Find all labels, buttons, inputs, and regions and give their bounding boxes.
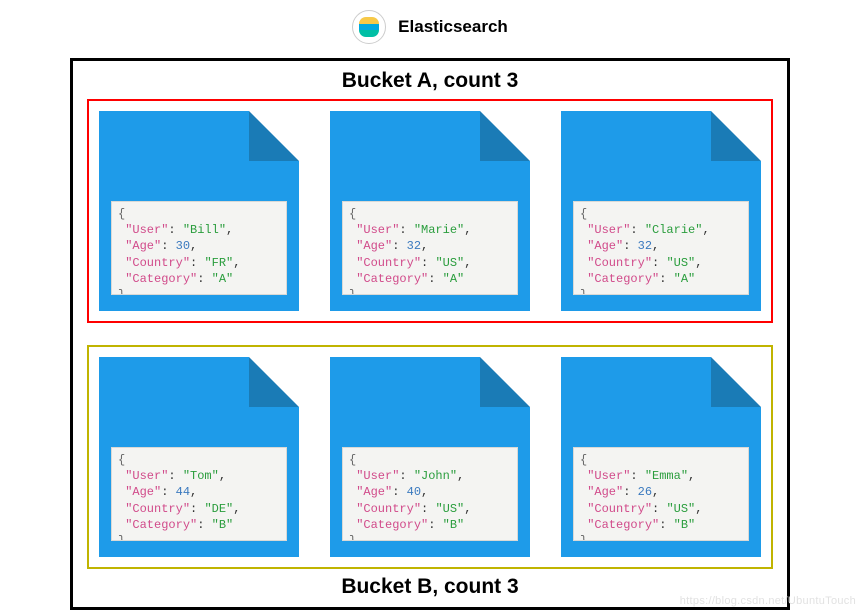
code-block: { "User": "Tom", "Age": 44, "Country": "… <box>111 447 287 541</box>
bucket-a-title: Bucket A, count 3 <box>87 69 773 93</box>
page-fold-icon <box>249 111 299 161</box>
code-block: { "User": "John", "Age": 40, "Country": … <box>342 447 518 541</box>
header: Elasticsearch <box>0 0 860 50</box>
page-fold-icon <box>480 111 530 161</box>
watermark-text: https://blog.csdn.net/UbuntuTouch <box>680 595 856 607</box>
document-card: { "User": "Clarie", "Age": 32, "Country"… <box>561 111 761 311</box>
code-block: { "User": "Emma", "Age": 26, "Country": … <box>573 447 749 541</box>
diagram-container: Bucket A, count 3 { "User": "Bill", "Age… <box>70 58 790 610</box>
brand-label: Elasticsearch <box>398 17 508 37</box>
code-block: { "User": "Bill", "Age": 30, "Country": … <box>111 201 287 295</box>
bucket-a-frame: { "User": "Bill", "Age": 30, "Country": … <box>87 99 773 323</box>
page-fold-icon <box>480 357 530 407</box>
page-fold-icon <box>249 357 299 407</box>
bucket-b-title: Bucket B, count 3 <box>87 575 773 599</box>
document-card: { "User": "Bill", "Age": 30, "Country": … <box>99 111 299 311</box>
bucket-b-frame: { "User": "Tom", "Age": 44, "Country": "… <box>87 345 773 569</box>
document-card: { "User": "Marie", "Age": 32, "Country":… <box>330 111 530 311</box>
page-fold-icon <box>711 357 761 407</box>
document-card: { "User": "Emma", "Age": 26, "Country": … <box>561 357 761 557</box>
elasticsearch-logo-icon <box>352 10 386 44</box>
code-block: { "User": "Clarie", "Age": 32, "Country"… <box>573 201 749 295</box>
code-block: { "User": "Marie", "Age": 32, "Country":… <box>342 201 518 295</box>
document-card: { "User": "Tom", "Age": 44, "Country": "… <box>99 357 299 557</box>
document-card: { "User": "John", "Age": 40, "Country": … <box>330 357 530 557</box>
page-fold-icon <box>711 111 761 161</box>
